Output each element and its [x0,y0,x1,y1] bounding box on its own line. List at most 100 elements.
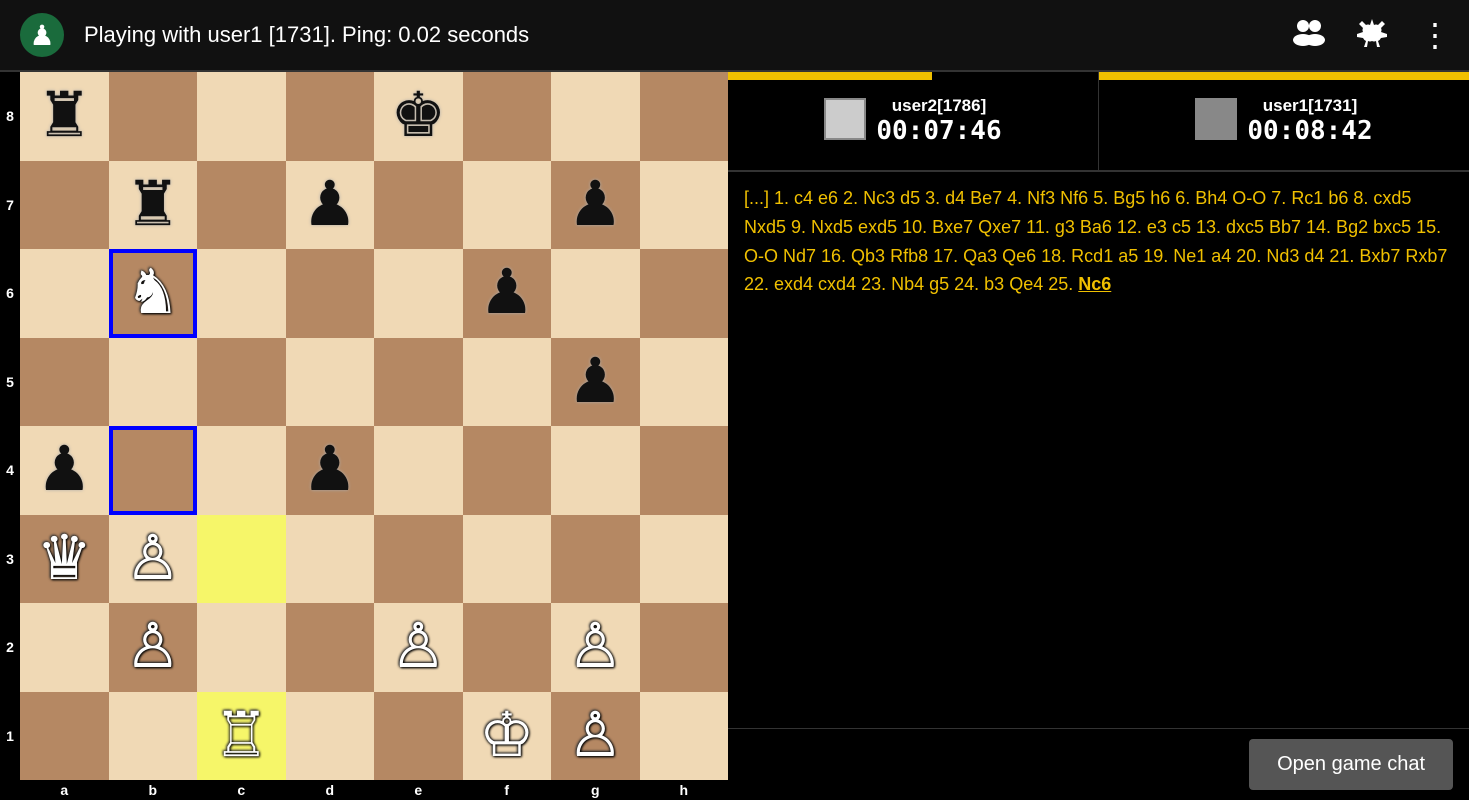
game-title: Playing with user1 [1731]. Ping: 0.02 se… [84,22,1289,48]
square-e2[interactable]: ♙ [374,603,463,692]
square-d2[interactable] [286,603,375,692]
square-c2[interactable] [197,603,286,692]
right-panel: user2[1786] 00:07:46 user1[1731] 00:08:4… [728,72,1469,800]
square-c6[interactable] [197,249,286,338]
square-d3[interactable] [286,515,375,604]
square-h7[interactable] [640,161,729,250]
square-b2[interactable]: ♙ [109,603,198,692]
square-g8[interactable] [551,72,640,161]
rank-5: 5 [0,338,20,427]
square-g4[interactable] [551,426,640,515]
square-d8[interactable] [286,72,375,161]
square-f7[interactable] [463,161,552,250]
square-d7[interactable]: ♟ [286,161,375,250]
piece-e2: ♙ [390,616,446,678]
square-h6[interactable] [640,249,729,338]
player-left-name: user2[1786] [876,96,1001,116]
square-d4[interactable]: ♟ [286,426,375,515]
open-game-chat-button[interactable]: Open game chat [1249,739,1453,790]
square-g7[interactable]: ♟ [551,161,640,250]
square-h8[interactable] [640,72,729,161]
square-f2[interactable] [463,603,552,692]
square-e6[interactable] [374,249,463,338]
piece-g7: ♟ [567,174,623,236]
square-a7[interactable] [20,161,109,250]
square-f1[interactable]: ♔ [463,692,552,781]
square-c4[interactable] [197,426,286,515]
users-icon[interactable] [1289,14,1329,57]
square-g5[interactable]: ♟ [551,338,640,427]
square-g6[interactable] [551,249,640,338]
square-b7[interactable]: ♜ [109,161,198,250]
player-left-timer-bar [728,72,932,80]
player-right-avatar [1195,98,1237,140]
piece-g1: ♙ [567,705,623,767]
square-c5[interactable] [197,338,286,427]
square-h1[interactable] [640,692,729,781]
square-e5[interactable] [374,338,463,427]
square-c1[interactable]: ♖ [197,692,286,781]
square-a3[interactable]: ♛ [20,515,109,604]
square-f3[interactable] [463,515,552,604]
piece-a3: ♛ [36,528,92,590]
rank-6: 6 [0,249,20,338]
square-h3[interactable] [640,515,729,604]
file-f: f [463,780,552,800]
rank-3: 3 [0,515,20,604]
square-h4[interactable] [640,426,729,515]
piece-g2: ♙ [567,616,623,678]
player-left-time: 00:07:46 [876,116,1001,146]
chess-board[interactable]: ♜♚♜♟♟♞♟♟♟♟♛♙♙♙♙♖♔♙ [20,72,728,780]
square-b1[interactable] [109,692,198,781]
player-right: user1[1731] 00:08:42 [1099,72,1469,170]
player-left-avatar [824,98,866,140]
square-d6[interactable] [286,249,375,338]
square-b5[interactable] [109,338,198,427]
square-d1[interactable] [286,692,375,781]
player-right-info: user1[1731] 00:08:42 [1107,96,1461,146]
square-a6[interactable] [20,249,109,338]
square-f4[interactable] [463,426,552,515]
more-options-icon[interactable]: ⋮ [1415,12,1453,58]
square-e3[interactable] [374,515,463,604]
board-area: 8 7 6 5 4 3 2 1 ♜♚♜♟♟♞♟♟♟♟♛♙♙♙♙♖♔♙ a b c… [0,72,728,800]
square-b4[interactable] [109,426,198,515]
square-b6[interactable]: ♞ [109,249,198,338]
square-d5[interactable] [286,338,375,427]
piece-g5: ♟ [567,351,623,413]
settings-icon[interactable] [1353,13,1391,58]
rank-labels: 8 7 6 5 4 3 2 1 [0,72,20,800]
square-e8[interactable]: ♚ [374,72,463,161]
square-f8[interactable] [463,72,552,161]
square-h5[interactable] [640,338,729,427]
square-a5[interactable] [20,338,109,427]
square-e4[interactable] [374,426,463,515]
square-f5[interactable] [463,338,552,427]
square-g1[interactable]: ♙ [551,692,640,781]
square-f6[interactable]: ♟ [463,249,552,338]
square-a1[interactable] [20,692,109,781]
piece-b6: ♞ [125,262,181,324]
square-e1[interactable] [374,692,463,781]
square-h2[interactable] [640,603,729,692]
main-content: 8 7 6 5 4 3 2 1 ♜♚♜♟♟♞♟♟♟♟♛♙♙♙♙♖♔♙ a b c… [0,72,1469,800]
board-container: 8 7 6 5 4 3 2 1 ♜♚♜♟♟♞♟♟♟♟♛♙♙♙♙♖♔♙ a b c… [0,72,728,800]
square-a8[interactable]: ♜ [20,72,109,161]
rank-4: 4 [0,426,20,515]
square-g2[interactable]: ♙ [551,603,640,692]
square-g3[interactable] [551,515,640,604]
piece-a4: ♟ [36,439,92,501]
rank-7: 7 [0,161,20,250]
square-c8[interactable] [197,72,286,161]
square-c3[interactable] [197,515,286,604]
square-a4[interactable]: ♟ [20,426,109,515]
square-a2[interactable] [20,603,109,692]
square-b3[interactable]: ♙ [109,515,198,604]
square-c7[interactable] [197,161,286,250]
square-e7[interactable] [374,161,463,250]
players-area: user2[1786] 00:07:46 user1[1731] 00:08:4… [728,72,1469,172]
file-g: g [551,780,640,800]
file-b: b [109,780,198,800]
square-b8[interactable] [109,72,198,161]
file-h: h [640,780,729,800]
